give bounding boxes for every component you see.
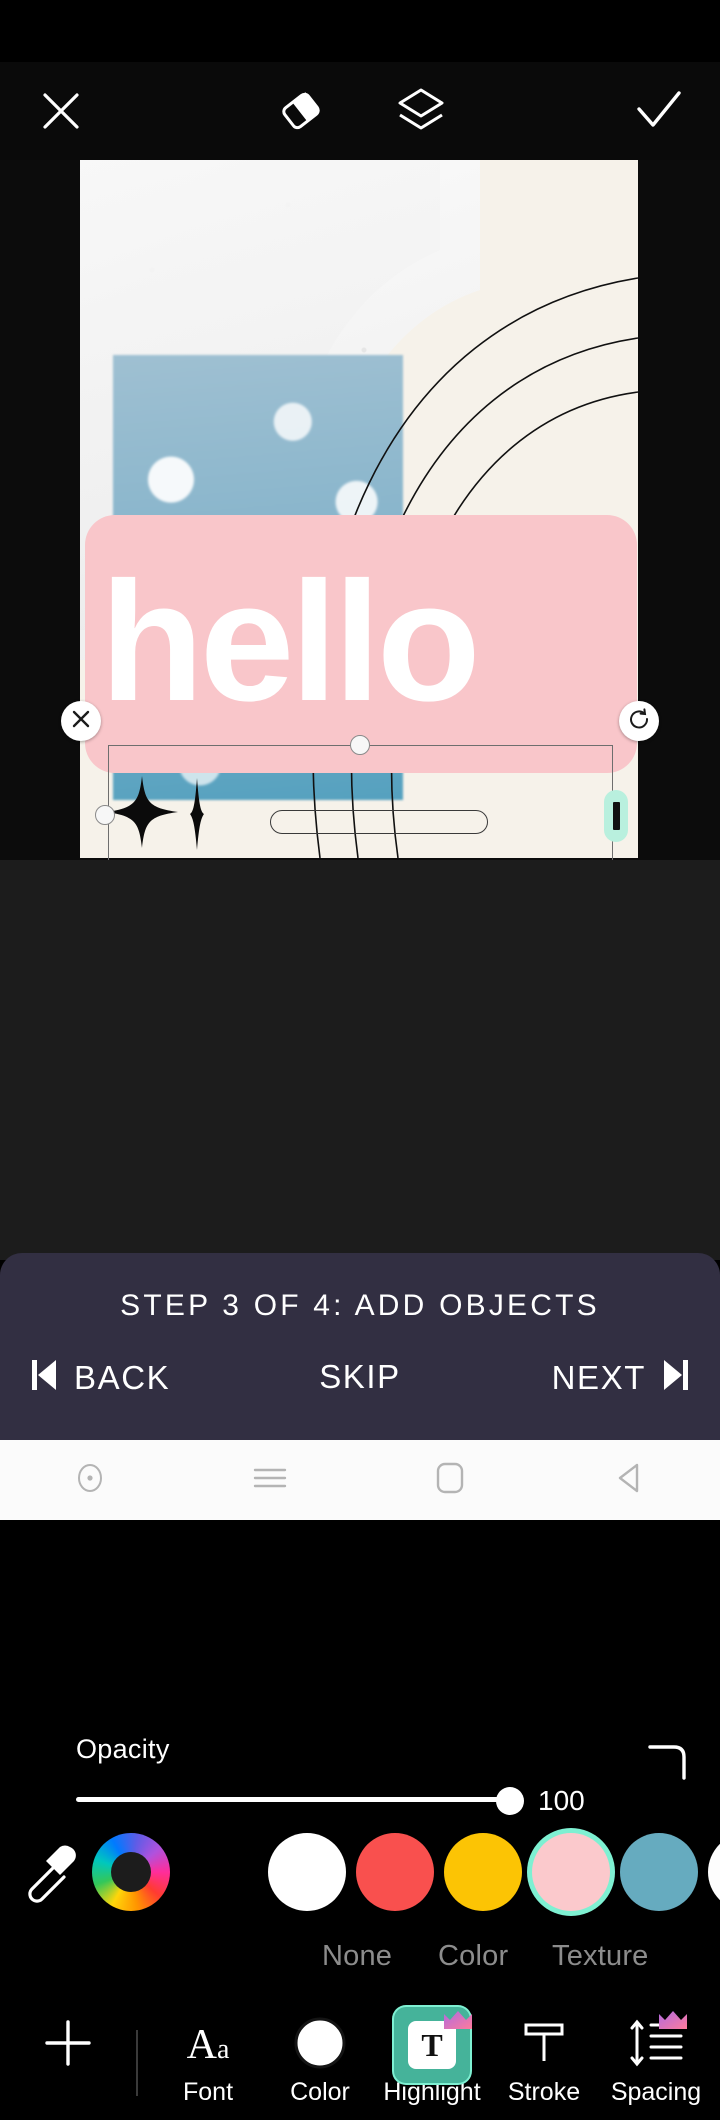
tool-font[interactable]: Aa Font	[152, 2010, 264, 2120]
selection-handle-top[interactable]	[350, 735, 370, 755]
skip-label: SKIP	[319, 1358, 401, 1395]
tool-color-label: Color	[290, 2078, 350, 2106]
color-circle-icon	[292, 2015, 348, 2076]
color-swatch-row[interactable]	[0, 1833, 720, 1918]
tab-none[interactable]: None	[322, 1940, 392, 1973]
record-icon	[72, 1460, 108, 1501]
back-icon	[613, 1461, 647, 1500]
premium-crown-icon	[657, 2008, 689, 2037]
opacity-slider-track[interactable]	[76, 1797, 520, 1802]
nav-record-button[interactable]	[0, 1440, 180, 1520]
layers-icon	[392, 82, 450, 140]
next-arrow-icon	[660, 1358, 690, 1397]
swatch-white[interactable]	[268, 1833, 346, 1911]
close-button[interactable]	[12, 62, 110, 160]
close-icon	[71, 709, 91, 734]
eraser-button[interactable]	[252, 62, 350, 160]
top-toolbar	[0, 62, 720, 160]
step-title: STEP 3 OF 4: ADD OBJECTS	[120, 1289, 600, 1322]
next-button[interactable]: NEXT	[552, 1358, 690, 1397]
text-tool-row[interactable]: Aa Font Color T Highlight Stroke Spacing	[0, 2007, 720, 2120]
eyedropper-icon[interactable]	[16, 1837, 84, 1909]
opacity-slider-knob[interactable]	[496, 1787, 524, 1815]
rotate-object-button[interactable]	[619, 701, 659, 741]
tool-color[interactable]: Color	[264, 2010, 376, 2120]
selection-frame	[108, 745, 613, 860]
add-object-button[interactable]	[12, 2010, 124, 2120]
home-icon	[434, 1460, 466, 1501]
menu-icon	[252, 1463, 288, 1498]
premium-crown-icon	[442, 2008, 474, 2037]
tool-spacing-label: Spacing	[610, 2078, 702, 2106]
color-wheel-icon[interactable]	[92, 1833, 170, 1911]
tool-stroke-label: Stroke	[507, 2078, 581, 2106]
canvas-text-hello[interactable]: hello	[100, 535, 638, 750]
stroke-icon	[516, 2015, 572, 2076]
font-icon: Aa	[186, 2022, 230, 2068]
text-caret-handle[interactable]	[604, 790, 628, 842]
back-button[interactable]: BACK	[30, 1358, 170, 1397]
opacity-value: 100	[538, 1785, 585, 1816]
tab-texture[interactable]: Texture	[552, 1940, 649, 1973]
tool-stroke[interactable]: Stroke	[488, 2010, 600, 2120]
swatch-pink[interactable]	[532, 1833, 610, 1911]
nav-home-button[interactable]	[360, 1440, 540, 1520]
swatch-red[interactable]	[356, 1833, 434, 1911]
check-icon	[633, 85, 685, 137]
nav-back-button[interactable]	[540, 1440, 720, 1520]
confirm-button[interactable]	[610, 62, 708, 160]
tool-highlight[interactable]: T Highlight	[376, 2007, 488, 2120]
swatch-gold[interactable]	[444, 1833, 522, 1911]
opacity-label: Opacity	[76, 1734, 170, 1764]
corner-radius-icon[interactable]	[646, 1740, 690, 1789]
next-label: NEXT	[551, 1358, 646, 1396]
swatch-black[interactable]	[180, 1833, 258, 1911]
tool-font-label: Font	[182, 2078, 234, 2106]
back-label: BACK	[74, 1358, 171, 1396]
layers-button[interactable]	[372, 62, 470, 160]
prev-arrow-icon	[30, 1358, 60, 1397]
tab-color[interactable]: Color	[438, 1940, 508, 1973]
selection-handle-left[interactable]	[95, 805, 115, 825]
tool-spacing[interactable]: Spacing	[600, 2010, 712, 2120]
tutorial-step-banner: STEP 3 OF 4: ADD OBJECTS SKIP BACK NEXT	[0, 1253, 720, 1440]
close-icon	[39, 89, 83, 133]
swatch-teal-blue[interactable]	[620, 1833, 698, 1911]
eraser-icon	[273, 83, 329, 139]
plus-icon	[41, 2016, 95, 2075]
style-panel: Opacity 100 None Color Texture Aa Font C…	[0, 860, 720, 2106]
fill-mode-tabs[interactable]: None Color Texture	[0, 1940, 720, 1984]
nav-menu-button[interactable]	[180, 1440, 360, 1520]
android-navigation-bar	[0, 1440, 720, 1520]
rotate-icon	[627, 707, 651, 736]
status-bar	[0, 0, 720, 62]
swatch-white-2[interactable]	[708, 1833, 720, 1911]
canvas-area[interactable]: hello	[0, 160, 720, 860]
delete-object-button[interactable]	[61, 701, 101, 741]
tool-divider	[136, 2030, 138, 2096]
